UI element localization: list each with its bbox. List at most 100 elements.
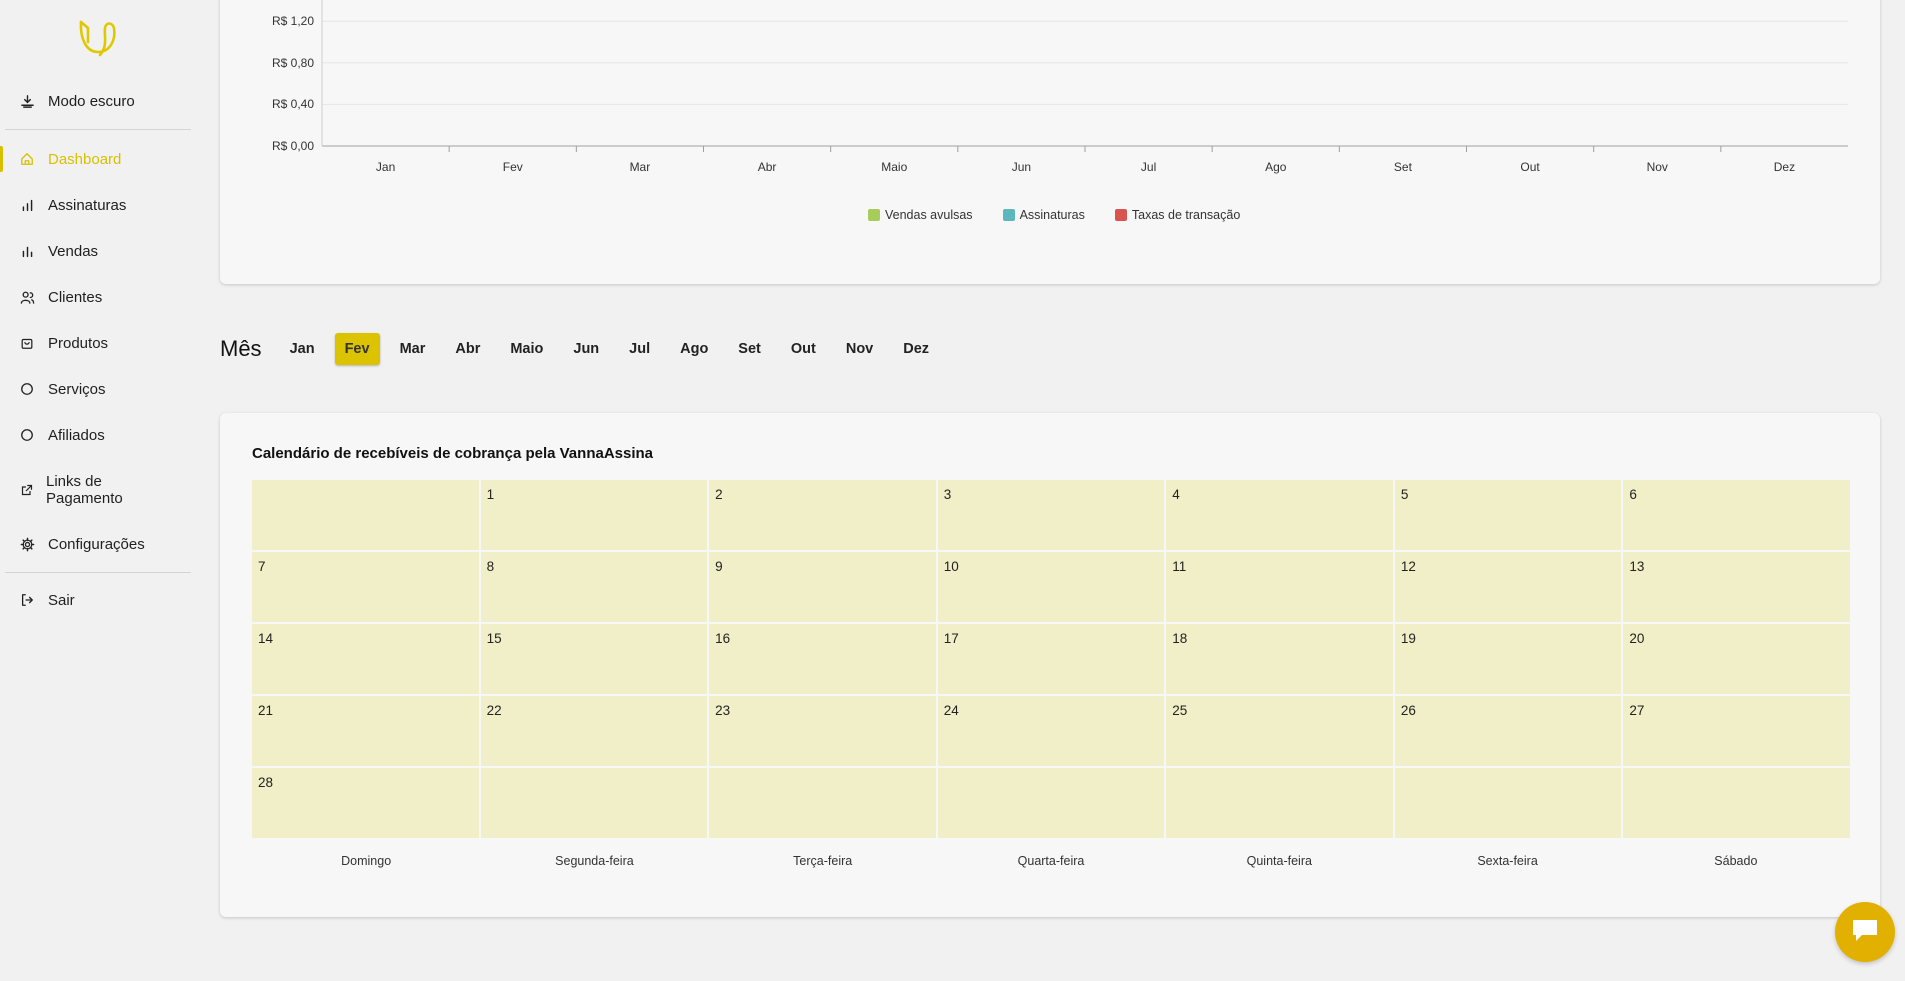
calendar-day-number: 2 [715, 487, 723, 502]
legend-item-assinaturas[interactable]: Assinaturas [1002, 208, 1085, 222]
month-button-maio[interactable]: Maio [500, 333, 553, 365]
calendar-day-cell[interactable] [937, 768, 1165, 838]
sidebar-item-links-de-pagamento[interactable]: Links de Pagamento [0, 470, 195, 510]
calendar-day-number: 26 [1400, 703, 1416, 718]
legend-swatch [1002, 209, 1015, 221]
calendar-day-cell[interactable]: 1 [480, 480, 708, 550]
y-tick-label: R$ 0,80 [271, 55, 314, 70]
sidebar: Modo escuro Dashboard Assinaturas Vendas… [0, 0, 195, 981]
calendar-day-cell[interactable] [1166, 768, 1393, 838]
month-selector: Mês Jan Fev Mar Abr Maio Jun Jul Ago Set… [220, 332, 949, 366]
sidebar-item-label: Vendas [48, 242, 99, 260]
calendar-day-cell[interactable]: 3 [937, 480, 1165, 550]
calendar-day-cell[interactable] [709, 768, 936, 838]
month-button-jul[interactable]: Jul [619, 333, 660, 365]
y-tick-label: R$ 1,20 [271, 14, 314, 29]
calendar-day-cell[interactable]: 24 [937, 696, 1165, 766]
month-button-mar[interactable]: Mar [390, 333, 436, 365]
external-link-icon [19, 482, 35, 498]
bar-chart-icon [19, 243, 35, 259]
calendar-day-number: 15 [486, 631, 502, 646]
x-tick-label: Mar [629, 160, 651, 174]
sidebar-item-servicos[interactable]: Serviços [0, 369, 195, 409]
y-tick-label: R$ 0,40 [271, 97, 314, 112]
month-button-ago[interactable]: Ago [670, 333, 718, 365]
circle-icon [19, 427, 35, 443]
calendar-day-cell[interactable] [480, 768, 708, 838]
calendar-day-cell[interactable]: 15 [480, 624, 708, 694]
sidebar-item-produtos[interactable]: Produtos [0, 323, 195, 363]
calendar-grid: 1 2 3 4 5 6 7 8 9 10 11 12 13 14 15 16 17 18 19 20 21 22 23 24 2… [252, 480, 1850, 838]
weekday-labels: Domingo Segunda-feira Terça-feira Quarta… [252, 854, 1850, 868]
legend-swatch [1114, 209, 1127, 221]
month-button-jan[interactable]: Jan [280, 333, 325, 365]
logo [78, 18, 118, 60]
calendar-day-cell[interactable]: 17 [937, 624, 1165, 694]
calendar-day-number: 10 [943, 559, 959, 574]
sidebar-item-vendas[interactable]: Vendas [0, 231, 195, 271]
month-button-abr[interactable]: Abr [445, 333, 490, 365]
calendar-day-cell[interactable]: 18 [1166, 624, 1393, 694]
calendar-day-number: 24 [943, 703, 959, 718]
x-tick-label: Jul [1140, 160, 1157, 174]
month-button-fev[interactable]: Fev [334, 333, 380, 365]
calendar-day-cell[interactable]: 26 [1394, 696, 1622, 766]
receivables-calendar-card: Calendário de recebíveis de cobrança pel… [220, 413, 1880, 917]
sidebar-item-configuracoes[interactable]: Configurações [0, 524, 195, 564]
calendar-day-cell[interactable]: 8 [480, 552, 708, 622]
calendar-day-cell[interactable]: 28 [252, 768, 479, 838]
sidebar-item-assinaturas[interactable]: Assinaturas [0, 185, 195, 225]
chat-button[interactable] [1835, 902, 1895, 962]
sidebar-item-dashboard[interactable]: Dashboard [0, 139, 195, 179]
calendar-day-cell[interactable] [252, 480, 479, 550]
month-button-jun[interactable]: Jun [563, 333, 609, 365]
calendar-day-cell[interactable]: 21 [252, 696, 479, 766]
calendar-day-cell[interactable]: 16 [709, 624, 936, 694]
dark-mode-label: Modo escuro [48, 92, 135, 110]
x-tick-label: Set [1393, 160, 1412, 174]
month-button-out[interactable]: Out [781, 333, 826, 365]
calendar-day-cell[interactable]: 20 [1623, 624, 1850, 694]
x-tick-label: Jun [1011, 160, 1032, 174]
dark-mode-toggle[interactable]: Modo escuro [0, 81, 195, 121]
calendar-day-cell[interactable]: 22 [480, 696, 708, 766]
calendar-day-cell[interactable] [1394, 768, 1622, 838]
divider [5, 572, 191, 573]
calendar-day-cell[interactable]: 27 [1623, 696, 1850, 766]
calendar-day-number: 21 [258, 703, 274, 718]
calendar-day-cell[interactable]: 23 [709, 696, 936, 766]
month-button-dez[interactable]: Dez [893, 333, 939, 365]
logout-button[interactable]: Sair [0, 580, 195, 620]
sidebar-item-clientes[interactable]: Clientes [0, 277, 195, 317]
calendar-day-cell[interactable]: 6 [1623, 480, 1850, 550]
calendar-day-cell[interactable]: 7 [252, 552, 479, 622]
calendar-day-cell[interactable]: 11 [1166, 552, 1393, 622]
logout-label: Sair [48, 591, 75, 609]
calendar-day-cell[interactable] [1623, 768, 1850, 838]
calendar-day-cell[interactable]: 4 [1166, 480, 1393, 550]
calendar-day-cell[interactable]: 25 [1166, 696, 1393, 766]
calendar-day-cell[interactable]: 10 [937, 552, 1165, 622]
calendar-day-number: 4 [1172, 487, 1180, 502]
legend-item-vendas-avulsas[interactable]: Vendas avulsas [868, 208, 973, 222]
calendar-day-cell[interactable]: 9 [709, 552, 936, 622]
calendar-day-cell[interactable]: 13 [1623, 552, 1850, 622]
month-button-nov[interactable]: Nov [836, 333, 883, 365]
bar-chart-icon [19, 197, 35, 213]
legend-item-taxas[interactable]: Taxas de transação [1114, 208, 1240, 222]
sidebar-item-afiliados[interactable]: Afiliados [0, 415, 195, 455]
calendar-day-cell[interactable]: 14 [252, 624, 479, 694]
calendar-day-number: 9 [715, 559, 723, 574]
moon-download-icon [19, 93, 35, 109]
legend-label: Assinaturas [1019, 208, 1085, 222]
calendar-day-cell[interactable]: 2 [709, 480, 936, 550]
calendar-day-cell[interactable]: 5 [1394, 480, 1622, 550]
calendar-day-cell[interactable]: 12 [1394, 552, 1622, 622]
sidebar-item-label: Dashboard [48, 150, 122, 168]
weekday-label: Domingo [341, 854, 392, 868]
calendar-day-cell[interactable]: 19 [1394, 624, 1622, 694]
calendar-day-number: 8 [486, 559, 495, 574]
calendar-day-number: 1 [486, 487, 495, 502]
month-button-set[interactable]: Set [728, 333, 771, 365]
calendar-day-number: 18 [1172, 631, 1188, 646]
